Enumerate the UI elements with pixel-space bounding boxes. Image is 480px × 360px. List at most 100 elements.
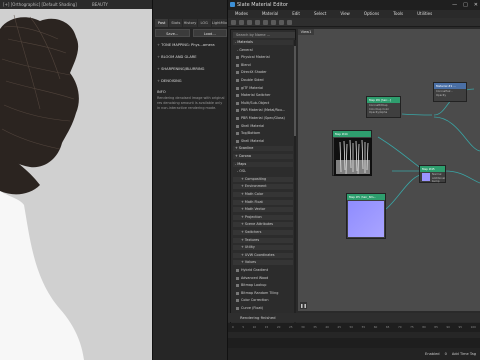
browser-row[interactable]: PBR Material (Spec/Gloss) [233, 116, 293, 121]
timeline[interactable]: 0 5 10 15 20 25 30 35 40 45 50 55 60 65 70 75 80 85 90 95 10… [228, 323, 480, 348]
tab-stats[interactable]: Stats [169, 19, 183, 27]
timeline-tick: 65 [385, 325, 390, 329]
browser-row[interactable]: + Textures [233, 237, 293, 243]
minimize-icon[interactable]: — [452, 0, 457, 10]
node-map45[interactable]: Map #45 Normal Additional bump [419, 165, 446, 183]
section-bloom-glare[interactable]: BLOOM AND GLARE [155, 54, 227, 61]
move-children-icon[interactable] [263, 20, 268, 25]
timeline-track[interactable] [228, 332, 480, 338]
bitmap-preview [334, 138, 372, 176]
section-denoising[interactable]: DENOISING [155, 78, 227, 85]
info-text: Rendering denoised image with original r… [157, 96, 225, 110]
browser-row[interactable]: + Math Vector [233, 207, 293, 213]
pick-material-icon[interactable] [239, 20, 244, 25]
browser-search-input[interactable]: Search by Name ... [233, 32, 295, 38]
node-map5[interactable]: Map #5 (hair_Nm... [346, 193, 386, 239]
browser-row[interactable]: + Scanline [233, 146, 293, 152]
menu-modes[interactable]: Modes [228, 10, 255, 18]
browser-row[interactable]: Shell Material [233, 139, 293, 144]
menu-options[interactable]: Options [357, 10, 386, 18]
menu-utilities[interactable]: Utilities [410, 10, 439, 18]
assign-material-icon[interactable] [247, 20, 252, 25]
browser-row[interactable]: - OSL [233, 169, 293, 174]
viewport[interactable]: [+] [Orthographic] [Default Shading] BEA… [0, 0, 152, 360]
section-sharpening[interactable]: SHARPENING/BLURRING [155, 66, 227, 73]
maximize-icon[interactable]: □ [463, 0, 468, 10]
browser-row[interactable]: DirectX Shader [233, 70, 293, 75]
node-material1[interactable]: Material #1 ... CoronaHair... Opacity [433, 82, 467, 102]
scrollbar-thumb[interactable] [294, 46, 296, 136]
browser-row[interactable]: + Values [233, 260, 293, 266]
tab-log[interactable]: LOG [197, 19, 211, 27]
browser-row[interactable]: Double Sided [233, 78, 293, 83]
menu-tools[interactable]: Tools [386, 10, 410, 18]
browser-row[interactable]: glTF Material [233, 86, 293, 91]
browser-row[interactable]: + Projection [233, 214, 293, 220]
section-tone-mapping[interactable]: TONE MAPPING: Phys...amera [155, 42, 227, 49]
editor-title-bar[interactable]: Slate Material Editor [228, 0, 480, 10]
browser-row[interactable]: + Switchers [233, 230, 293, 235]
menu-edit[interactable]: Edit [285, 10, 307, 18]
tab-post[interactable]: Post [155, 19, 169, 27]
enabled-toggle[interactable]: Enabled [425, 348, 440, 360]
viewport-render-preset[interactable]: BEAUTY [92, 2, 108, 7]
add-time-tag-button[interactable]: Add Time Tag [452, 348, 476, 360]
browser-row[interactable]: Curve (Float) [233, 306, 293, 311]
browser-row[interactable]: Hybrid Gradient [233, 268, 293, 273]
node-map44[interactable]: Map #44 [332, 130, 372, 176]
browser-row[interactable]: Shell Material [233, 124, 293, 129]
node-slot[interactable]: Additional bump [432, 177, 445, 184]
browser-row[interactable]: + Utility [233, 245, 293, 251]
layout-children-icon[interactable] [287, 20, 292, 25]
browser-scrollbar[interactable] [294, 40, 296, 336]
node-slot[interactable]: Normal [432, 173, 443, 177]
normal-preview [422, 173, 430, 181]
menu-view[interactable]: View [333, 10, 357, 18]
browser-row[interactable]: Advanced Wood [233, 276, 293, 281]
layout-icon[interactable] [279, 20, 284, 25]
node-slot[interactable]: Opacity/Alpha [369, 111, 398, 115]
browser-row[interactable]: Color Correction [233, 298, 293, 303]
browser-row[interactable]: Top/Bottom [233, 131, 293, 136]
browser-row[interactable]: + Math Float [233, 199, 293, 205]
editor-toolbar [228, 18, 480, 27]
browser-row[interactable]: Bitmap Lookup [233, 283, 293, 288]
show-shaded-icon[interactable] [271, 20, 276, 25]
node-header: Map #44 [333, 131, 371, 137]
editor-app-icon [230, 2, 235, 7]
node-slot[interactable]: Opacity [436, 94, 464, 98]
browser-row[interactable]: Physical Material [233, 55, 293, 60]
browser-row[interactable]: - General [233, 48, 293, 53]
browser-row[interactable]: + Math Color [233, 192, 293, 197]
timeline-tick: 75 [410, 325, 414, 329]
load-button[interactable]: Load... [192, 29, 227, 37]
browser-row[interactable]: + Compositing [233, 176, 293, 182]
browser-row[interactable]: + Environment [233, 184, 293, 190]
viewport-label[interactable]: [+] [Orthographic] [Default Shading] [3, 2, 77, 7]
browser-row[interactable]: Multi/Sub-Object [233, 101, 293, 106]
browser-row[interactable]: + Scene Attributes [233, 222, 293, 228]
delete-icon[interactable] [255, 20, 260, 25]
tab-lightmix[interactable]: LightMix [211, 19, 228, 27]
browser-row[interactable]: - Materials [233, 40, 293, 45]
browser-row[interactable]: - Maps [233, 161, 293, 167]
browser-row[interactable]: Material Switcher [233, 93, 293, 98]
save-button[interactable]: Save... [155, 29, 190, 37]
node-map6[interactable]: Map #6 [hair...] CoronaBitmap Colormap C… [366, 96, 401, 118]
browser-row[interactable]: PBR Material (Metal/Rou... [233, 108, 293, 113]
browser-row[interactable]: Blend [233, 63, 293, 68]
frame-field[interactable]: 0 [445, 348, 447, 360]
close-icon[interactable]: ✕ [474, 0, 478, 10]
timeline-tick: 0 [232, 325, 234, 329]
browser-row[interactable]: + UVW Coordinates [233, 252, 293, 258]
menu-select[interactable]: Select [307, 10, 333, 18]
menu-material[interactable]: Material [255, 10, 285, 18]
select-tool-icon[interactable] [231, 20, 236, 25]
browser-row[interactable]: + Corona [233, 154, 293, 159]
browser-row[interactable]: Bitmap Random Tiling [233, 291, 293, 296]
viewport-title-bar[interactable]: [+] [Orthographic] [Default Shading] BEA… [0, 0, 152, 9]
node-view[interactable]: View1 Map #6 [hair...] CoronaBitmap Colo… [298, 29, 480, 311]
pause-icon[interactable]: ❚❚ [300, 302, 307, 309]
timeline-ticks: 0 5 10 15 20 25 30 35 40 45 50 55 60 65 70 75 80 85 90 95 10… [228, 323, 480, 331]
tab-history[interactable]: History [183, 19, 197, 27]
